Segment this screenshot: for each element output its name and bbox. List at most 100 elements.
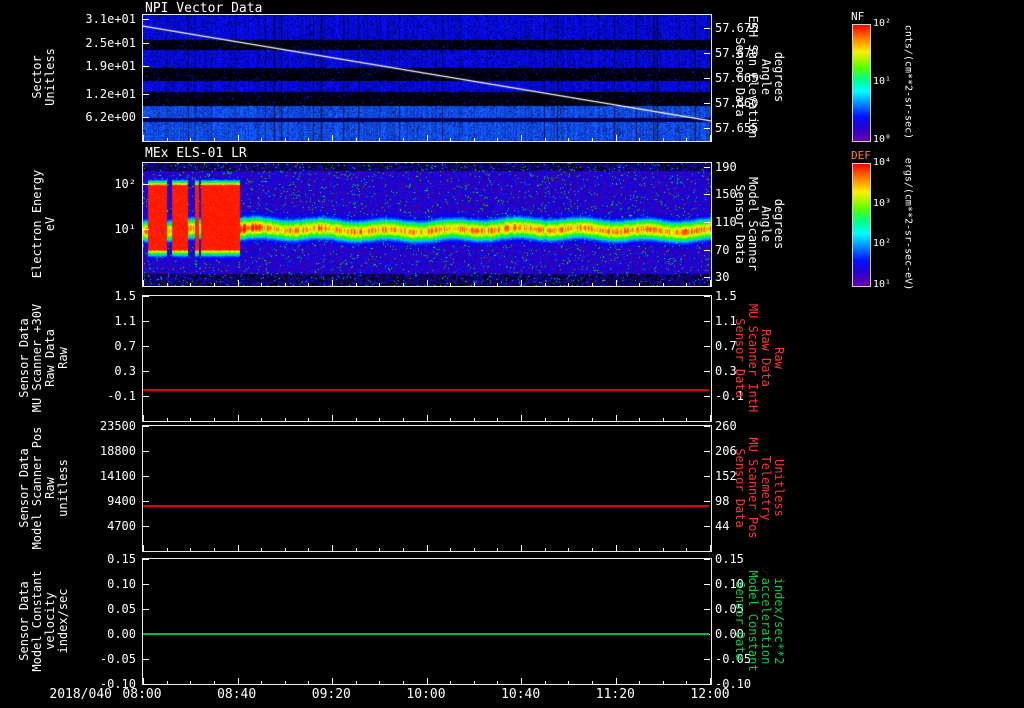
- x-tick-mark: [663, 418, 664, 421]
- x-tick-mark: [521, 280, 522, 286]
- x-tick-mark: [214, 418, 215, 421]
- x-tick-mark: [261, 418, 262, 421]
- x-tick-mark: [568, 418, 569, 421]
- x-tick-mark: [143, 415, 144, 421]
- x-tick-mark: [592, 138, 593, 141]
- y-tick-mark: [143, 659, 149, 660]
- y-tick-mark: [704, 28, 710, 29]
- x-tick-mark: [497, 418, 498, 421]
- x-tick-mark: [568, 681, 569, 684]
- y-tick-mark: [704, 371, 710, 372]
- y-tick-mark: [143, 609, 149, 610]
- mu-scanner-30v-data-line: [143, 389, 709, 391]
- mu-scanner-30v-line-panel: [142, 295, 712, 422]
- x-tick-mark: [379, 283, 380, 286]
- y-tick-mark: [143, 426, 149, 427]
- x-tick-mark: [214, 283, 215, 286]
- left-tick-label: 1.5: [114, 289, 136, 303]
- y-tick-mark: [704, 476, 710, 477]
- y-tick-mark: [704, 584, 710, 585]
- x-tick-mark: [521, 415, 522, 421]
- y-tick-mark: [143, 346, 149, 347]
- x-tick-mark: [616, 280, 617, 286]
- right-tick-label: 30: [715, 270, 730, 285]
- y-tick-mark: [143, 66, 149, 67]
- x-axis-time-label: 11:20: [595, 687, 635, 702]
- x-tick-mark: [379, 681, 380, 684]
- x-tick-mark: [190, 418, 191, 421]
- colorbar-tick-label: 10²: [873, 238, 892, 250]
- x-tick-mark: [686, 283, 687, 286]
- x-tick-mark: [403, 418, 404, 421]
- model-scanner-pos-line-panel: [142, 425, 712, 552]
- x-tick-mark: [308, 283, 309, 286]
- x-tick-mark: [474, 283, 475, 286]
- x-tick-mark: [710, 545, 711, 551]
- x-tick-mark: [592, 681, 593, 684]
- npi-spectrogram-panel: [142, 14, 712, 142]
- x-axis-time-label: 08:40: [217, 687, 257, 702]
- x-tick-mark: [356, 418, 357, 421]
- x-tick-mark: [639, 418, 640, 421]
- x-tick-mark: [285, 283, 286, 286]
- y-tick-mark: [143, 19, 149, 20]
- x-tick-mark: [710, 280, 711, 286]
- x-tick-mark: [332, 545, 333, 551]
- left-tick-label: 0.15: [107, 552, 136, 566]
- left-axis-title: Sensor Data Model Constant velocity inde…: [17, 569, 70, 672]
- x-tick-mark: [568, 548, 569, 551]
- x-tick-mark: [474, 548, 475, 551]
- x-tick-mark: [521, 678, 522, 684]
- x-tick-mark: [356, 681, 357, 684]
- x-tick-mark: [214, 138, 215, 141]
- x-tick-mark: [356, 548, 357, 551]
- x-tick-mark: [497, 138, 498, 141]
- y-tick-mark: [143, 476, 149, 477]
- x-tick-mark: [261, 283, 262, 286]
- right-tick-label: 190: [715, 159, 737, 174]
- x-tick-mark: [568, 138, 569, 141]
- y-tick-mark: [704, 321, 710, 322]
- x-axis-time-label: 10:00: [406, 687, 446, 702]
- nf-colorbar-title: NF: [851, 10, 865, 23]
- x-tick-mark: [592, 548, 593, 551]
- els-spectrogram-canvas: [143, 163, 711, 286]
- x-tick-mark: [639, 681, 640, 684]
- y-tick-mark: [704, 78, 710, 79]
- y-tick-mark: [704, 684, 710, 685]
- x-tick-mark: [616, 678, 617, 684]
- x-tick-mark: [474, 681, 475, 684]
- x-tick-mark: [238, 280, 239, 286]
- left-tick-label: 3.1e+01: [85, 11, 136, 26]
- x-tick-mark: [639, 283, 640, 286]
- x-tick-mark: [238, 415, 239, 421]
- x-tick-mark: [686, 548, 687, 551]
- x-tick-mark: [261, 138, 262, 141]
- y-tick-mark: [704, 501, 710, 502]
- left-axis-title: Electron Energy eV: [30, 169, 57, 278]
- x-tick-mark: [497, 283, 498, 286]
- x-tick-mark: [285, 681, 286, 684]
- x-tick-mark: [427, 545, 428, 551]
- x-tick-mark: [143, 280, 144, 286]
- x-tick-mark: [592, 283, 593, 286]
- x-tick-mark: [663, 681, 664, 684]
- x-tick-mark: [332, 135, 333, 141]
- x-tick-mark: [356, 138, 357, 141]
- y-tick-mark: [143, 451, 149, 452]
- right-axis-title: Unitless Telemetry MU Scanner Pos Sensor…: [733, 436, 786, 539]
- y-tick-mark: [704, 451, 710, 452]
- npi-spectrogram-canvas: [143, 15, 711, 141]
- x-tick-mark: [545, 138, 546, 141]
- y-tick-mark: [143, 321, 149, 322]
- x-tick-mark: [167, 138, 168, 141]
- colorbar-tick-label: 10⁰: [873, 134, 892, 145]
- x-tick-mark: [285, 138, 286, 141]
- x-tick-mark: [663, 283, 664, 286]
- y-tick-mark: [704, 222, 710, 223]
- y-tick-mark: [143, 371, 149, 372]
- y-tick-mark: [143, 94, 149, 95]
- y-tick-mark: [143, 117, 149, 118]
- x-tick-mark: [450, 138, 451, 141]
- x-tick-mark: [639, 548, 640, 551]
